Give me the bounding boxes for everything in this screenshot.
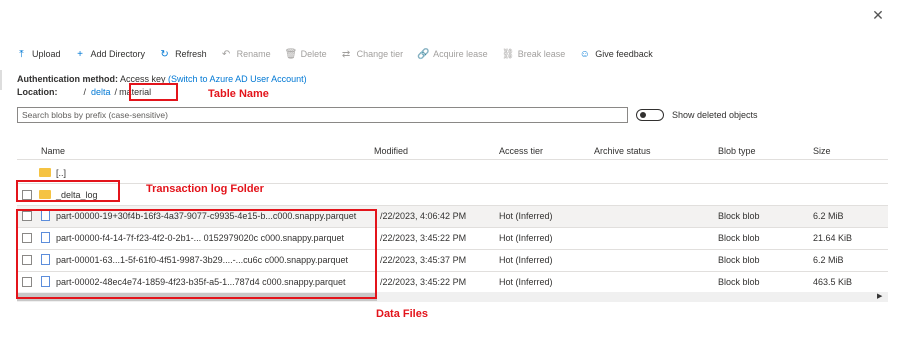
- column-header-access-tier[interactable]: Access tier: [499, 146, 543, 156]
- delete-button[interactable]: 🗑 Delete: [285, 49, 327, 60]
- add-directory-button[interactable]: + Add Directory: [75, 48, 146, 60]
- left-edge-bar: [0, 70, 2, 90]
- transaction-log-annotation: Transaction log Folder: [146, 183, 264, 195]
- file-modified: /22/2023, 3:45:22 PM: [380, 277, 467, 287]
- trash-icon: 🗑: [284, 48, 298, 60]
- file-size: 463.5 KiB: [813, 277, 853, 287]
- file-tier: Hot (Inferred): [499, 277, 553, 287]
- add-directory-label: Add Directory: [90, 49, 146, 59]
- change-tier-button[interactable]: ⇄ Change tier: [341, 48, 404, 60]
- data-files-annotation: Data Files: [376, 308, 428, 320]
- file-blob-type: Block blob: [718, 277, 760, 287]
- file-size: 21.64 KiB: [813, 233, 853, 243]
- folder-row-parent[interactable]: [..]: [17, 162, 888, 183]
- give-feedback-button[interactable]: ☺ Give feedback: [579, 49, 653, 60]
- refresh-button[interactable]: ↻ Refresh: [159, 48, 207, 60]
- breadcrumb-sep: /: [83, 87, 87, 97]
- swap-icon: ⇄: [341, 48, 351, 60]
- change-tier-label: Change tier: [356, 49, 404, 59]
- feedback-icon: ☺: [579, 48, 590, 60]
- file-tier: Hot (Inferred): [499, 233, 553, 243]
- file-size: 6.2 MiB: [813, 211, 844, 221]
- break-lease-button[interactable]: ⛓ Break lease: [502, 49, 566, 60]
- rename-button[interactable]: ↶ Rename: [221, 49, 271, 60]
- close-button[interactable]: ✕: [871, 8, 885, 22]
- refresh-label: Refresh: [175, 49, 207, 59]
- table-name-annotation: Table Name: [208, 88, 269, 100]
- column-header-modified[interactable]: Modified: [374, 146, 408, 156]
- search-input[interactable]: Search blobs by prefix (case-sensitive): [17, 107, 628, 123]
- file-blob-type: Block blob: [718, 211, 760, 221]
- breadcrumb-sep: /: [114, 87, 118, 97]
- file-modified: /22/2023, 3:45:37 PM: [380, 255, 467, 265]
- column-header-name[interactable]: Name: [41, 146, 65, 156]
- file-size: 6.2 MiB: [813, 255, 844, 265]
- table-name-highlight: [129, 83, 178, 101]
- folder-icon: [39, 168, 51, 177]
- location-label: Location:: [17, 87, 58, 97]
- toolbar: ⤒ Upload + Add Directory ↻ Refresh ↶ Rename …: [16, 46, 667, 62]
- file-tier: Hot (Inferred): [499, 255, 553, 265]
- column-header-size[interactable]: Size: [813, 146, 831, 156]
- show-deleted-label: Show deleted objects: [672, 110, 758, 120]
- file-modified: /22/2023, 4:06:42 PM: [380, 211, 467, 221]
- data-files-highlight: [16, 209, 377, 299]
- file-tier: Hot (Inferred): [499, 211, 553, 221]
- give-feedback-label: Give feedback: [595, 49, 653, 59]
- acquire-lease-button[interactable]: 🔗 Acquire lease: [417, 49, 488, 60]
- link-icon: 🔗: [417, 48, 430, 60]
- plus-icon: +: [77, 48, 83, 60]
- column-header-archive-status[interactable]: Archive status: [594, 146, 651, 156]
- upload-label: Upload: [32, 49, 61, 59]
- toggle-knob: [640, 112, 646, 118]
- show-deleted-toggle[interactable]: [636, 109, 664, 121]
- delete-label: Delete: [300, 49, 327, 59]
- acquire-lease-label: Acquire lease: [433, 49, 488, 59]
- auth-label: Authentication method:: [17, 74, 118, 84]
- refresh-icon: ↻: [160, 48, 169, 60]
- break-lease-label: Break lease: [517, 49, 566, 59]
- file-blob-type: Block blob: [718, 255, 760, 265]
- upload-icon: ⤒: [19, 48, 24, 60]
- upload-button[interactable]: ⤒ Upload: [16, 48, 61, 60]
- rename-label: Rename: [236, 49, 271, 59]
- broken-link-icon: ⛓: [501, 48, 515, 60]
- breadcrumb-delta[interactable]: delta: [91, 87, 111, 97]
- column-header-blob-type[interactable]: Blob type: [718, 146, 756, 156]
- file-modified: /22/2023, 3:45:22 PM: [380, 233, 467, 243]
- file-blob-type: Block blob: [718, 233, 760, 243]
- header-divider: [17, 159, 888, 160]
- switch-auth-link[interactable]: (Switch to Azure AD User Account): [168, 74, 307, 84]
- transaction-log-highlight: [16, 180, 120, 202]
- rename-icon: ↶: [221, 48, 231, 60]
- folder-name: [..]: [56, 168, 67, 178]
- scroll-right-icon[interactable]: ▶: [877, 292, 882, 300]
